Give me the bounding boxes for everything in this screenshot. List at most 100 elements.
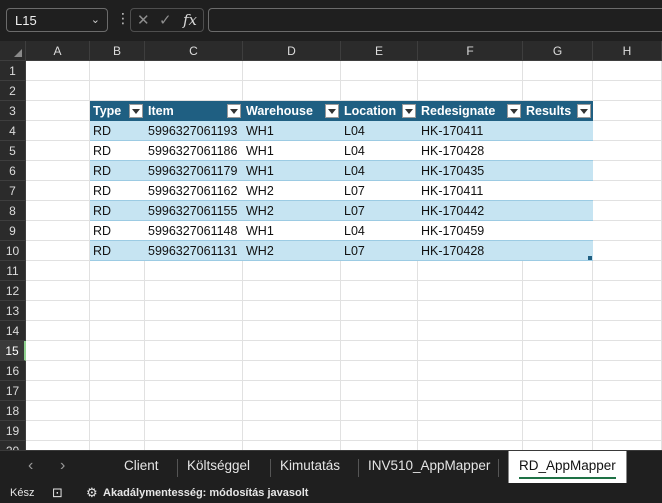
row-header-16[interactable]: 16 [0,361,26,381]
table-cell[interactable]: L04 [341,121,418,141]
filter-dropdown-icon[interactable] [325,104,339,118]
table-cell[interactable]: RD [90,121,145,141]
table-cell[interactable]: RD [90,201,145,221]
row-header-13[interactable]: 13 [0,301,26,321]
filter-dropdown-icon[interactable] [129,104,143,118]
table-cell[interactable]: 5996327061155 [145,201,243,221]
macro-record-icon[interactable]: ⊡ [52,485,63,501]
row-header-14[interactable]: 14 [0,321,26,341]
table-cell[interactable]: L04 [341,221,418,241]
table-header-item[interactable]: Item [145,101,243,121]
enter-icon[interactable]: ✓ [159,11,172,29]
filter-dropdown-icon[interactable] [507,104,521,118]
spreadsheet-grid[interactable]: ABCDEFGH1234567891011121314151617181920T… [0,41,662,450]
table-cell[interactable]: L07 [341,201,418,221]
row-header-18[interactable]: 18 [0,401,26,421]
column-header-e[interactable]: E [341,41,418,61]
row-header-9[interactable]: 9 [0,221,26,241]
row-header-6[interactable]: 6 [0,161,26,181]
table-cell[interactable] [523,201,593,221]
sheet-tab-k-lts-ggel[interactable]: Költséggel [187,458,250,473]
sheet-tab-client[interactable]: Client [124,458,159,473]
filter-dropdown-icon[interactable] [577,104,591,118]
column-header-f[interactable]: F [418,41,523,61]
row-header-17[interactable]: 17 [0,381,26,401]
table-cell[interactable]: WH1 [243,221,341,241]
sheet-tab-rd-appmapper[interactable]: RD_AppMapper [508,451,627,483]
column-header-b[interactable]: B [90,41,145,61]
table-resize-handle[interactable] [588,256,592,260]
row-header-1[interactable]: 1 [0,61,26,81]
table-cell[interactable]: WH2 [243,241,341,261]
table-header-redesignate[interactable]: Redesignate [418,101,523,121]
row-header-4[interactable]: 4 [0,121,26,141]
filter-dropdown-icon[interactable] [227,104,241,118]
table-cell[interactable] [523,241,593,261]
table-cell[interactable] [523,221,593,241]
table-cell[interactable]: L04 [341,141,418,161]
table-cell[interactable] [523,121,593,141]
table-cell[interactable]: WH1 [243,121,341,141]
table-cell[interactable]: 5996327061162 [145,181,243,201]
chevron-left-icon[interactable]: ‹ [28,457,33,475]
cancel-icon[interactable]: ✕ [137,11,150,29]
row-header-2[interactable]: 2 [0,81,26,101]
column-header-d[interactable]: D [243,41,341,61]
table-cell[interactable] [523,181,593,201]
table-cell[interactable]: 5996327061186 [145,141,243,161]
table-cell[interactable] [523,161,593,181]
chevron-down-icon[interactable]: ⌄ [91,13,100,26]
row-header-8[interactable]: 8 [0,201,26,221]
row-header-12[interactable]: 12 [0,281,26,301]
more-options-icon[interactable]: ⋮ [116,10,130,27]
table-cell[interactable]: HK-170442 [418,201,523,221]
table-cell[interactable]: HK-170435 [418,161,523,181]
select-all-button[interactable] [0,41,26,61]
column-header-a[interactable]: A [26,41,90,61]
row-header-15[interactable]: 15 [0,341,26,361]
table-cell[interactable]: RD [90,141,145,161]
table-header-location[interactable]: Location [341,101,418,121]
row-header-5[interactable]: 5 [0,141,26,161]
table-cell[interactable] [523,141,593,161]
table-cell[interactable]: L04 [341,161,418,181]
function-icon[interactable]: fx [183,11,197,29]
table-cell[interactable]: HK-170428 [418,241,523,261]
table-cell[interactable]: HK-170428 [418,141,523,161]
table-header-type[interactable]: Type [90,101,145,121]
table-cell[interactable]: WH2 [243,181,341,201]
table-cell[interactable]: HK-170411 [418,121,523,141]
row-header-11[interactable]: 11 [0,261,26,281]
column-header-h[interactable]: H [593,41,662,61]
table-cell[interactable]: 5996327061131 [145,241,243,261]
table-cell[interactable]: RD [90,161,145,181]
sheet-tab-inv510-appmapper[interactable]: INV510_AppMapper [368,458,490,473]
row-header-3[interactable]: 3 [0,101,26,121]
table-cell[interactable]: RD [90,181,145,201]
table-cell[interactable]: WH2 [243,201,341,221]
table-cell[interactable]: L07 [341,181,418,201]
table-header-results[interactable]: Results [523,101,593,121]
table-cell[interactable]: HK-170459 [418,221,523,241]
name-box[interactable]: L15 ⌄ [6,8,108,32]
formula-input[interactable] [208,8,662,32]
table-cell[interactable]: WH1 [243,161,341,181]
table-cell[interactable]: 5996327061193 [145,121,243,141]
table-cell[interactable]: 5996327061179 [145,161,243,181]
row-header-10[interactable]: 10 [0,241,26,261]
table-cell[interactable]: HK-170411 [418,181,523,201]
accessibility-status[interactable]: Akadálymentesség: módosítás javasolt [103,487,308,499]
chevron-right-icon[interactable]: › [60,457,65,475]
column-header-g[interactable]: G [523,41,593,61]
table-cell[interactable]: L07 [341,241,418,261]
table-cell[interactable]: RD [90,221,145,241]
table-cell[interactable]: RD [90,241,145,261]
column-header-c[interactable]: C [145,41,243,61]
table-cell[interactable]: 5996327061148 [145,221,243,241]
accessibility-icon[interactable]: ⚙ [86,485,98,501]
table-cell[interactable]: WH1 [243,141,341,161]
row-header-20[interactable]: 20 [0,441,26,450]
filter-dropdown-icon[interactable] [402,104,416,118]
table-header-warehouse[interactable]: Warehouse [243,101,341,121]
row-header-7[interactable]: 7 [0,181,26,201]
